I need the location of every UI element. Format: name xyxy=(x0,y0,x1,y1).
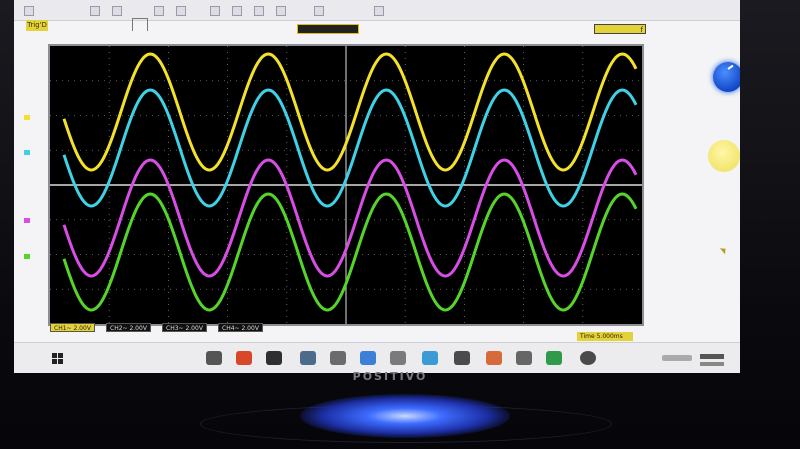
ch1-waveform xyxy=(62,52,638,172)
ch3-offset-marker[interactable] xyxy=(24,218,30,223)
yellow-knob-icon[interactable] xyxy=(708,140,740,172)
waveform-plot xyxy=(50,46,642,324)
ch2-offset-marker[interactable] xyxy=(24,150,30,155)
ch2-waveform xyxy=(62,88,638,208)
app-icon[interactable] xyxy=(486,351,502,365)
store-icon[interactable] xyxy=(360,351,376,365)
oscilloscope-display[interactable] xyxy=(48,44,644,326)
trigger-pulse-icon xyxy=(132,18,148,31)
tool-icon[interactable] xyxy=(112,6,122,16)
ch1-scale-badge[interactable]: CH1~ 2.00V xyxy=(50,323,95,332)
system-tray-icons[interactable] xyxy=(662,355,692,361)
screen: Trig'D f CH1~ 2.00V CH2~ 2.00V CH3~ 2.00… xyxy=(14,0,740,372)
tool-icon[interactable] xyxy=(210,6,220,16)
trigger-status: Trig'D xyxy=(26,20,48,31)
tool-icon[interactable] xyxy=(276,6,286,16)
blue-knob-icon[interactable] xyxy=(713,62,740,92)
tool-icon[interactable] xyxy=(374,6,384,16)
chat-icon[interactable] xyxy=(454,351,470,365)
app-icon[interactable] xyxy=(236,351,252,365)
clock-time[interactable] xyxy=(700,354,724,359)
ch3-waveform xyxy=(62,158,638,278)
taskbar xyxy=(14,342,740,373)
scope-toolbar xyxy=(14,0,740,21)
run-icon[interactable] xyxy=(24,6,34,16)
ch3-scale-badge[interactable]: CH3~ 2.00V xyxy=(162,323,207,332)
edge-icon[interactable] xyxy=(300,351,316,365)
tool-icon[interactable] xyxy=(90,6,100,16)
chrome-icon[interactable] xyxy=(580,351,596,365)
tool-icon[interactable] xyxy=(314,6,324,16)
app-icon[interactable] xyxy=(422,351,438,365)
tool-icon[interactable] xyxy=(154,6,164,16)
app-icon[interactable] xyxy=(266,351,282,365)
trigger-setting[interactable]: f xyxy=(594,24,646,34)
mail-icon[interactable] xyxy=(390,351,406,365)
tool-icon[interactable] xyxy=(176,6,186,16)
timebase-readout[interactable]: Time 5.000ms xyxy=(577,332,633,341)
ch1-offset-marker[interactable] xyxy=(24,115,30,120)
search-icon[interactable] xyxy=(206,351,222,365)
tool-icon[interactable] xyxy=(232,6,242,16)
power-light-glow xyxy=(300,394,510,438)
clock-date xyxy=(700,362,724,366)
folder-icon[interactable] xyxy=(330,351,346,365)
ch4-offset-marker[interactable] xyxy=(24,254,30,259)
ch4-scale-badge[interactable]: CH4~ 2.00V xyxy=(218,323,263,332)
mouse-cursor-icon xyxy=(719,245,729,255)
tool-icon[interactable] xyxy=(254,6,264,16)
monitor-brand-logo: POSITIVO xyxy=(352,370,428,383)
app-icon[interactable] xyxy=(546,351,562,365)
app-icon[interactable] xyxy=(516,351,532,365)
ch2-scale-badge[interactable]: CH2~ 2.00V xyxy=(106,323,151,332)
trigger-position-bar[interactable] xyxy=(297,24,359,34)
ch4-waveform xyxy=(62,192,638,312)
windows-start-icon[interactable] xyxy=(52,353,64,364)
